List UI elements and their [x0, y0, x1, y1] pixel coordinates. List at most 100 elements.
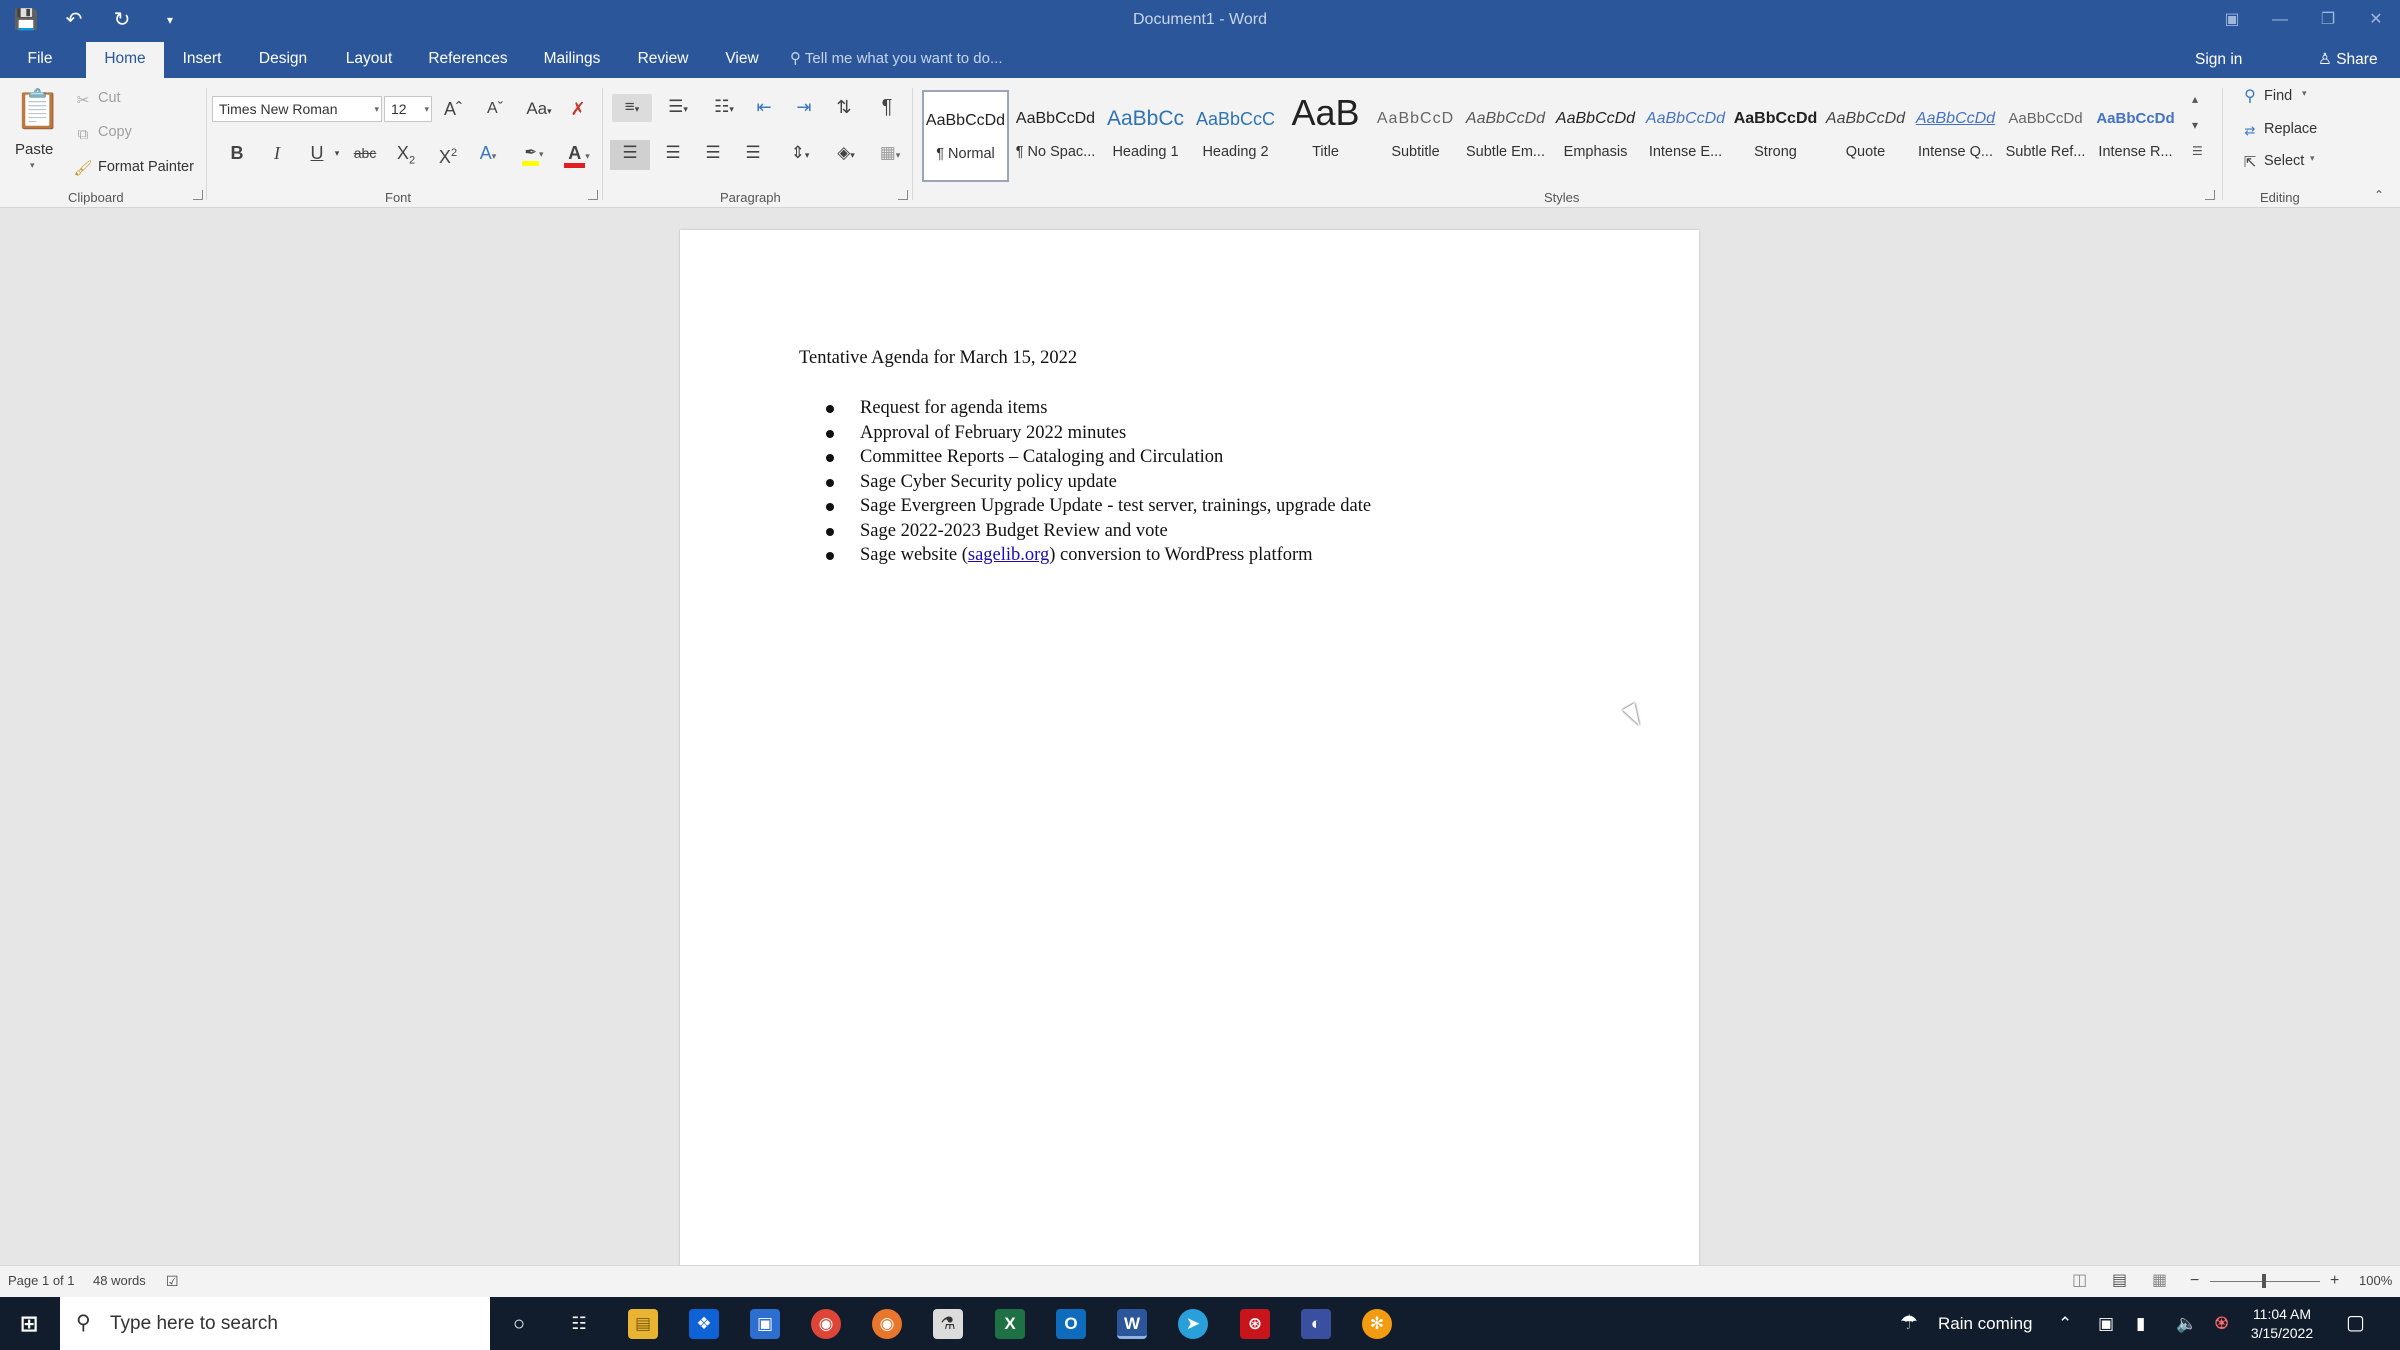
gallery-scroll-down-icon[interactable]: ▾ — [2192, 118, 2198, 132]
minimize-icon[interactable]: — — [2256, 0, 2304, 40]
style-heading-2[interactable]: AaBbCcC Heading 2 — [1192, 90, 1279, 182]
borders-icon[interactable]: ▦▾ — [870, 140, 910, 168]
read-mode-icon[interactable]: ◫ — [2072, 1266, 2087, 1296]
dropbox-icon[interactable]: ❖ — [689, 1309, 719, 1339]
bullets-icon[interactable]: ≡▾ — [612, 94, 652, 122]
acrobat-icon[interactable]: ⊛ — [1240, 1309, 1270, 1339]
battery-icon[interactable]: ▮ — [2136, 1297, 2145, 1350]
style-intense-reference[interactable]: AaBbCcDd Intense R... — [2092, 90, 2179, 182]
style-emphasis[interactable]: AaBbCcDd Emphasis — [1552, 90, 1639, 182]
word-icon[interactable]: W — [1117, 1309, 1147, 1339]
text-effects-icon[interactable]: A▾ — [474, 140, 502, 169]
style-subtle-reference[interactable]: AaBbCcDd Subtle Ref... — [2002, 90, 2089, 182]
decrease-indent-icon[interactable]: ⇤ — [750, 94, 778, 120]
strikethrough-icon[interactable]: abc — [350, 140, 380, 166]
tab-mailings[interactable]: Mailings — [536, 40, 608, 78]
highlight-icon[interactable]: ✒ ▾ — [516, 140, 550, 167]
sign-in-link[interactable]: Sign in — [2195, 40, 2242, 78]
align-left-icon[interactable]: ☰ — [610, 140, 650, 170]
multilevel-list-icon[interactable]: ☷▾ — [704, 94, 744, 122]
find-icon[interactable]: ⚲ — [2238, 84, 2262, 110]
copy-button[interactable]: Copy — [98, 124, 132, 140]
sort-icon[interactable]: ⇅ — [830, 94, 858, 120]
telegram-icon[interactable]: ➤ — [1178, 1309, 1208, 1339]
cut-icon[interactable]: ✂ — [72, 88, 94, 114]
underline-dropdown-icon[interactable]: ▾ — [331, 140, 343, 166]
tab-review[interactable]: Review — [632, 40, 694, 78]
file-explorer-icon[interactable]: ▤ — [628, 1309, 658, 1339]
paste-icon[interactable]: 📋 — [14, 86, 61, 134]
outlook-icon[interactable]: O — [1056, 1309, 1086, 1339]
line-spacing-icon[interactable]: ⇕▾ — [780, 140, 820, 168]
subscript-icon[interactable]: X2 — [392, 140, 420, 174]
share-button[interactable]: ♙ Share — [2318, 40, 2378, 78]
style-normal[interactable]: AaBbCcDd ¶ Normal — [922, 90, 1009, 182]
print-layout-icon[interactable]: ▤ — [2112, 1266, 2127, 1296]
font-launcher-icon[interactable] — [588, 190, 598, 200]
web-layout-icon[interactable]: ▦ — [2152, 1266, 2167, 1296]
format-painter-icon[interactable]: 🖌 — [72, 156, 94, 182]
sagelib-link[interactable]: sagelib.org — [968, 545, 1049, 565]
task-view-icon[interactable]: ☷ — [564, 1309, 594, 1339]
show-hidden-icons-icon[interactable]: ⌃ — [2058, 1297, 2072, 1350]
show-formatting-icon[interactable]: ¶ — [873, 94, 901, 120]
proofing-icon[interactable]: ☑ — [166, 1266, 179, 1296]
style-subtitle[interactable]: AaBbCcD Subtitle — [1372, 90, 1459, 182]
gallery-expand-icon[interactable]: ☰ — [2192, 144, 2203, 158]
increase-indent-icon[interactable]: ⇥ — [790, 94, 818, 120]
zoom-in-icon[interactable]: + — [2330, 1266, 2339, 1296]
styles-launcher-icon[interactable] — [2205, 190, 2215, 200]
app-tray-icon[interactable]: ♼ — [2214, 1297, 2229, 1350]
align-center-icon[interactable]: ☰ — [658, 140, 688, 166]
tab-view[interactable]: View — [718, 40, 766, 78]
find-button[interactable]: Find — [2264, 88, 2292, 104]
ribbon-display-options-icon[interactable]: ▣ — [2208, 0, 2256, 40]
cut-button[interactable]: Cut — [98, 90, 121, 106]
tab-design[interactable]: Design — [250, 40, 316, 78]
firefox-icon[interactable]: ◉ — [872, 1309, 902, 1339]
replace-icon[interactable]: ⇄ — [2238, 118, 2262, 144]
style-quote[interactable]: AaBbCcDd Quote — [1822, 90, 1909, 182]
bold-icon[interactable]: B — [224, 140, 250, 166]
tab-insert[interactable]: Insert — [176, 40, 228, 78]
style-strong[interactable]: AaBbCcDd Strong — [1732, 90, 1819, 182]
app-icon[interactable]: ✻ — [1362, 1309, 1392, 1339]
weather-text[interactable]: Rain coming — [1938, 1297, 2033, 1350]
font-color-icon[interactable]: A ▾ — [560, 140, 594, 169]
shading-icon[interactable]: ◈▾ — [826, 140, 866, 168]
paste-dropdown-icon[interactable]: ▾ — [30, 160, 35, 171]
windows-start-icon[interactable]: ⊞ — [14, 1309, 44, 1339]
cortana-icon[interactable]: ○ — [504, 1309, 534, 1339]
paste-button[interactable]: Paste — [15, 141, 53, 158]
select-dropdown-icon[interactable]: ▾ — [2310, 153, 2315, 164]
tab-home[interactable]: Home — [86, 42, 164, 78]
replace-button[interactable]: Replace — [2264, 121, 2317, 137]
meet-now-icon[interactable]: ▣ — [2098, 1297, 2114, 1350]
taskbar-search[interactable]: ⚲ Type here to search — [60, 1297, 490, 1350]
copy-icon[interactable]: ⧉ — [72, 122, 94, 148]
document-page[interactable]: Tentative Agenda for March 15, 2022 Requ… — [680, 230, 1699, 1265]
select-button[interactable]: Select — [2264, 153, 2304, 169]
numbering-icon[interactable]: ☰▾ — [658, 94, 698, 122]
page-count[interactable]: Page 1 of 1 — [8, 1266, 75, 1296]
app-icon[interactable]: ⚗ — [933, 1309, 963, 1339]
zoom-level[interactable]: 100% — [2359, 1266, 2392, 1296]
justify-icon[interactable]: ☰ — [738, 140, 768, 166]
notifications-icon[interactable]: ▢ — [2346, 1297, 2365, 1350]
chrome-icon[interactable]: ◉ — [811, 1309, 841, 1339]
word-count[interactable]: 48 words — [93, 1266, 146, 1296]
style-heading-1[interactable]: AaBbCc Heading 1 — [1102, 90, 1189, 182]
underline-icon[interactable]: U — [304, 140, 330, 166]
align-right-icon[interactable]: ☰ — [698, 140, 728, 166]
select-icon[interactable]: ⇱ — [2238, 150, 2262, 176]
app-icon[interactable]: ◐ — [1301, 1309, 1331, 1339]
tell-me-box[interactable]: ⚲ Tell me what you want to do... — [790, 40, 1003, 78]
taskbar-clock[interactable]: 11:04 AM 3/15/2022 — [2232, 1305, 2332, 1343]
grow-font-icon[interactable]: Aˆ — [440, 96, 466, 122]
format-painter-button[interactable]: Format Painter — [98, 159, 194, 175]
excel-icon[interactable]: X — [995, 1309, 1025, 1339]
style-subtle-emphasis[interactable]: AaBbCcDd Subtle Em... — [1462, 90, 1549, 182]
zoom-out-icon[interactable]: − — [2190, 1266, 2199, 1296]
style-intense-emphasis[interactable]: AaBbCcDd Intense E... — [1642, 90, 1729, 182]
font-size-box[interactable]: 12 ▾ — [384, 96, 432, 122]
